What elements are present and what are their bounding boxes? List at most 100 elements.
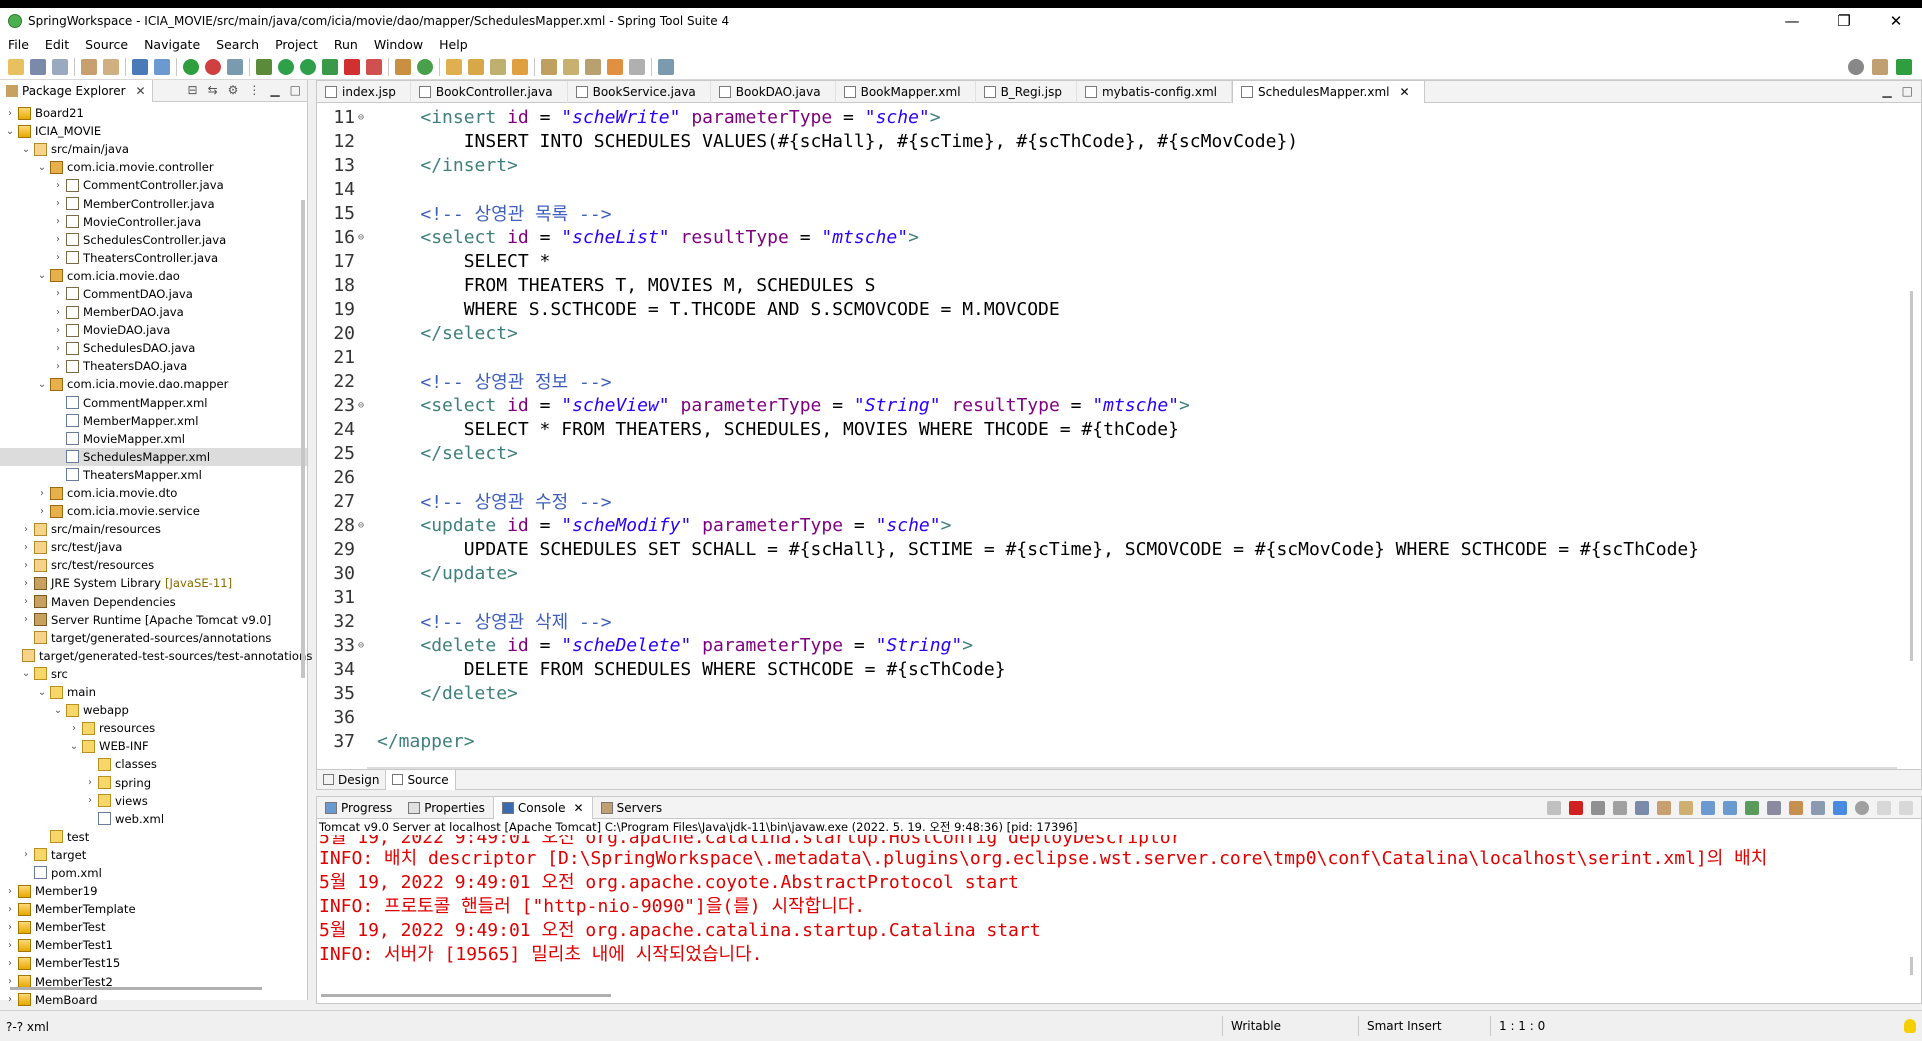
coverage-icon[interactable] [322, 58, 338, 75]
filter-icon[interactable]: ⚙ [228, 83, 239, 97]
prev-annotation-icon[interactable] [563, 58, 579, 75]
open-perspective-icon[interactable] [1872, 59, 1888, 75]
menu-window[interactable]: Window [374, 37, 423, 52]
chevron-down-icon[interactable]: ⌄ [36, 270, 48, 281]
chevron-right-icon[interactable]: › [4, 922, 16, 933]
close-icon[interactable]: ✕ [1400, 85, 1410, 99]
display-console-icon[interactable] [1767, 801, 1781, 815]
tab-package-explorer[interactable]: Package Explorer ✕ [0, 79, 153, 102]
maximize-editor-icon[interactable]: □ [1902, 84, 1913, 98]
new-java-class-icon[interactable] [417, 58, 433, 75]
fold-toggle-icon[interactable]: ⊖ [355, 400, 367, 411]
lightbulb-icon[interactable] [1904, 1019, 1916, 1033]
tree-item[interactable]: › MemberTemplate [0, 900, 307, 918]
tree-item[interactable]: › MemberTest15 [0, 954, 307, 972]
menu-run[interactable]: Run [334, 37, 358, 52]
minimize-editor-icon[interactable]: ▁ [1882, 84, 1891, 98]
terminal-icon[interactable] [132, 58, 148, 75]
search-tool-icon[interactable] [490, 58, 506, 75]
open-task-icon[interactable] [468, 58, 484, 75]
code-area[interactable]: 11 ⊖ <insert id = "scheWrite" parameterTy… [317, 103, 1921, 753]
tree-item[interactable]: target/generated-test-sources/test-annot… [0, 647, 312, 665]
tree-item[interactable]: ⌄ main [0, 683, 307, 701]
annotation-icon[interactable] [512, 58, 528, 75]
tree-item[interactable]: CommentMapper.xml [0, 394, 307, 412]
tree-item[interactable]: › Member19 [0, 882, 307, 900]
tree-item[interactable]: pom.xml [0, 864, 307, 882]
tree-item[interactable]: test [0, 828, 307, 846]
tree-item[interactable]: › MemberTest [0, 918, 307, 936]
editor-tab[interactable]: BookDAO.java [711, 81, 836, 103]
chevron-right-icon[interactable]: › [84, 777, 96, 788]
tree-item[interactable]: classes [0, 755, 307, 773]
save-icon[interactable] [30, 58, 46, 75]
editor-tab[interactable]: BookMapper.xml [836, 81, 976, 103]
tree-item[interactable]: › target [0, 846, 307, 864]
next-annotation-icon[interactable] [541, 58, 557, 75]
editor-tab[interactable]: index.jsp [317, 81, 411, 103]
maximize-view-icon[interactable] [1899, 801, 1913, 815]
stop-icon[interactable] [205, 58, 221, 75]
print-icon[interactable] [81, 58, 97, 75]
tab-console[interactable]: Console ✕ [492, 797, 593, 819]
spring-boot-icon[interactable] [183, 58, 199, 75]
chevron-down-icon[interactable]: ⌄ [20, 668, 32, 679]
tree-item[interactable]: › CommentController.java [0, 176, 307, 194]
chevron-right-icon[interactable]: › [52, 325, 64, 336]
tree-item[interactable]: ⌄ WEB-INF [0, 737, 307, 755]
forward-icon[interactable] [629, 58, 645, 75]
skip-breakpoints-icon[interactable] [154, 58, 170, 75]
maximize-button[interactable]: ❐ [1818, 8, 1870, 34]
chevron-down-icon[interactable]: ⌄ [68, 741, 80, 752]
tree-item[interactable]: › MemberTest1 [0, 936, 307, 954]
new-icon[interactable] [8, 58, 24, 75]
tree-vertical-scrollbar[interactable] [301, 200, 305, 678]
tree-item[interactable]: › MovieController.java [0, 213, 307, 231]
tree-item[interactable]: › com.icia.movie.service [0, 502, 307, 520]
pin-editor-icon[interactable] [658, 58, 674, 75]
menu-project[interactable]: Project [275, 37, 318, 52]
tree-item[interactable]: › src/main/resources [0, 520, 307, 538]
scroll-lock-icon[interactable] [1657, 801, 1671, 815]
tab-progress[interactable]: Progress [317, 797, 400, 819]
link-editor-icon[interactable]: ⇆ [208, 83, 218, 97]
chevron-down-icon[interactable]: ⌄ [4, 126, 16, 137]
tab-source[interactable]: Source [385, 769, 456, 790]
editor-tab[interactable]: SchedulesMapper.xml ✕ [1232, 81, 1425, 103]
chevron-right-icon[interactable]: › [4, 108, 16, 119]
chevron-right-icon[interactable]: › [4, 886, 16, 897]
console-vertical-scrollbar[interactable] [1910, 957, 1913, 975]
chevron-down-icon[interactable]: ⌄ [52, 705, 64, 716]
tree-item[interactable]: › resources [0, 719, 307, 737]
tree-item[interactable]: › com.icia.movie.dto [0, 484, 307, 502]
tree-item[interactable]: ⌄ com.icia.movie.dao [0, 267, 307, 285]
chevron-right-icon[interactable]: › [52, 234, 64, 245]
chevron-right-icon[interactable]: › [20, 849, 32, 860]
tree-item[interactable]: MovieMapper.xml [0, 430, 307, 448]
open-console-icon[interactable] [1789, 801, 1803, 815]
chevron-right-icon[interactable]: › [4, 994, 16, 1005]
editor-vertical-scrollbar[interactable] [1910, 291, 1913, 661]
tab-properties[interactable]: Properties [400, 797, 493, 819]
minimize-view-icon[interactable] [1877, 801, 1891, 815]
chevron-right-icon[interactable]: › [4, 904, 16, 915]
word-wrap-icon[interactable] [1679, 801, 1693, 815]
editor-tab[interactable]: B_Regi.jsp [976, 81, 1077, 103]
menu-source[interactable]: Source [85, 37, 128, 52]
chevron-right-icon[interactable]: › [84, 795, 96, 806]
open-type-icon[interactable] [103, 58, 119, 75]
tree-item[interactable]: › SchedulesController.java [0, 231, 307, 249]
console-horizontal-scrollbar[interactable] [321, 994, 611, 997]
close-window-button[interactable]: ✕ [1870, 8, 1922, 34]
tree-item[interactable]: › Maven Dependencies [0, 593, 307, 611]
tree-item[interactable]: › MemBoard [0, 991, 307, 1009]
run-last-icon[interactable] [300, 58, 316, 75]
tree-item[interactable]: › MovieDAO.java [0, 321, 307, 339]
chevron-right-icon[interactable]: › [20, 596, 32, 607]
tree-item[interactable]: › MemberDAO.java [0, 303, 307, 321]
maximize-view-icon[interactable]: □ [290, 83, 301, 97]
tree-item[interactable]: ⌄ ICIA_MOVIE [0, 122, 307, 140]
chevron-right-icon[interactable]: › [20, 560, 32, 571]
gear-icon[interactable] [1855, 801, 1869, 815]
save-all-icon[interactable] [52, 58, 68, 75]
